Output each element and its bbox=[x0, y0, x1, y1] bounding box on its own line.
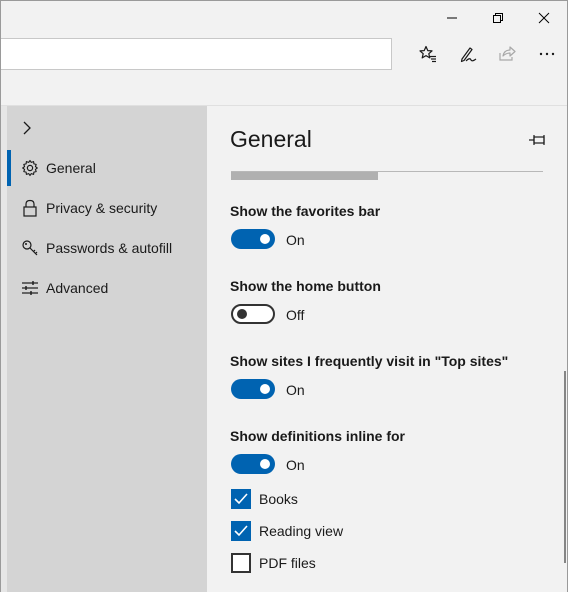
favorites-star-icon bbox=[419, 45, 436, 63]
reading-view-label: Reading view bbox=[259, 523, 344, 539]
favorites-bar-state: On bbox=[286, 232, 305, 248]
pin-icon bbox=[529, 135, 545, 145]
close-button[interactable] bbox=[521, 1, 567, 35]
key-icon bbox=[17, 238, 43, 258]
settings-nav: General Privacy & security Passwords & a… bbox=[1, 106, 207, 592]
restore-icon bbox=[493, 13, 503, 23]
close-icon bbox=[538, 12, 550, 24]
chevron-right-icon bbox=[23, 121, 31, 135]
nav-item-label: General bbox=[46, 160, 96, 176]
settings-panel: General Show the favorites bar On Show t… bbox=[207, 106, 567, 592]
nav-item-privacy-security[interactable]: Privacy & security bbox=[7, 188, 207, 228]
favorites-button[interactable] bbox=[411, 39, 445, 69]
nav-item-advanced[interactable]: Advanced bbox=[7, 268, 207, 308]
top-sites-toggle[interactable] bbox=[231, 379, 275, 399]
share-icon bbox=[499, 46, 516, 61]
definitions-inline-label: Show definitions inline for bbox=[230, 428, 405, 444]
pdf-files-checkbox[interactable] bbox=[231, 553, 251, 573]
lock-icon bbox=[17, 198, 43, 218]
home-button-toggle[interactable] bbox=[231, 304, 275, 324]
toggle-knob bbox=[237, 309, 247, 319]
favorites-bar-label: Show the favorites bar bbox=[230, 203, 381, 219]
nav-item-label: Advanced bbox=[46, 280, 109, 296]
minimize-button[interactable] bbox=[429, 1, 475, 35]
page-area bbox=[1, 73, 567, 106]
title-bar bbox=[1, 1, 567, 35]
top-sites-label: Show sites I frequently visit in "Top si… bbox=[230, 353, 509, 369]
definitions-inline-toggle[interactable] bbox=[231, 454, 275, 474]
more-button[interactable] bbox=[530, 39, 564, 69]
vertical-scrollbar[interactable] bbox=[564, 371, 566, 563]
nav-item-passwords-autofill[interactable]: Passwords & autofill bbox=[7, 228, 207, 268]
browser-window: General Privacy & security Passwords & a… bbox=[0, 0, 568, 592]
nav-item-general[interactable]: General bbox=[7, 148, 207, 188]
toggle-knob bbox=[260, 384, 270, 394]
web-note-button[interactable] bbox=[451, 39, 485, 69]
reading-view-checkbox[interactable] bbox=[231, 521, 251, 541]
sliders-icon bbox=[17, 278, 43, 298]
books-checkbox[interactable] bbox=[231, 489, 251, 509]
definitions-inline-state: On bbox=[286, 457, 305, 473]
horizontal-scroll-thumb[interactable] bbox=[231, 172, 378, 180]
pen-icon bbox=[460, 47, 477, 63]
nav-item-label: Passwords & autofill bbox=[46, 240, 173, 256]
home-button-label: Show the home button bbox=[230, 278, 381, 294]
checkmark-icon bbox=[234, 525, 248, 537]
nav-item-label: Privacy & security bbox=[46, 200, 158, 216]
books-label: Books bbox=[259, 491, 298, 507]
address-bar[interactable] bbox=[1, 38, 392, 70]
nav-edge bbox=[1, 106, 7, 592]
expand-nav-button[interactable] bbox=[15, 116, 39, 140]
gear-icon bbox=[17, 158, 43, 178]
restore-button[interactable] bbox=[475, 1, 521, 35]
checkmark-icon bbox=[234, 493, 248, 505]
minimize-icon bbox=[447, 17, 457, 19]
toggle-knob bbox=[260, 459, 270, 469]
home-button-state: Off bbox=[286, 307, 305, 323]
pin-button[interactable] bbox=[525, 128, 549, 152]
top-sites-state: On bbox=[286, 382, 305, 398]
share-button[interactable] bbox=[490, 39, 524, 69]
toggle-knob bbox=[260, 234, 270, 244]
pdf-files-label: PDF files bbox=[259, 555, 316, 571]
more-icon bbox=[539, 52, 555, 56]
page-title: General bbox=[230, 126, 312, 152]
toolbar bbox=[1, 35, 567, 73]
favorites-bar-toggle[interactable] bbox=[231, 229, 275, 249]
